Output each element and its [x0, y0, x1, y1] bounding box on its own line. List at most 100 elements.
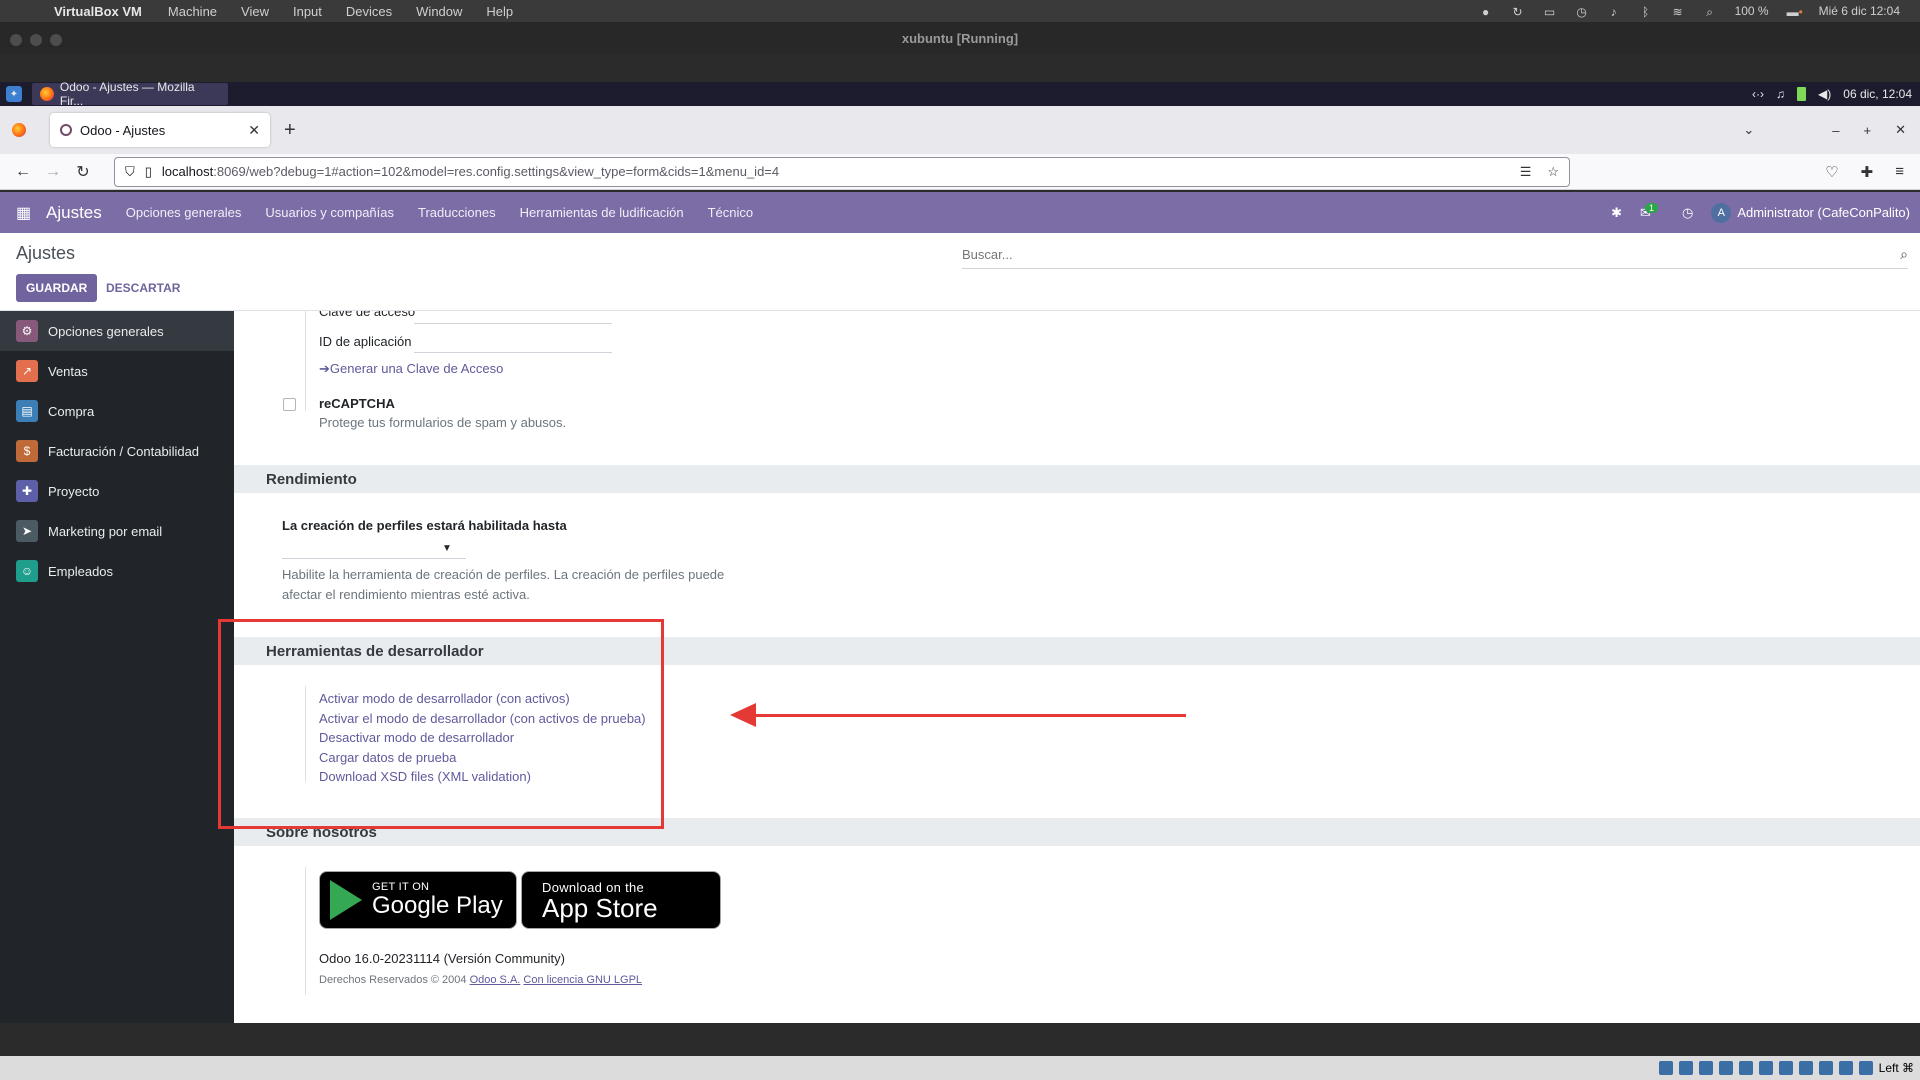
caret-down-icon[interactable]: ▼ — [442, 543, 452, 554]
download-xsd-link[interactable]: Download XSD files (XML validation) — [319, 769, 531, 784]
maximize-icon[interactable]: + — [1864, 123, 1872, 138]
activate-dev-mode-link[interactable]: Activar modo de desarrollador (con activ… — [319, 691, 570, 706]
odoo-main-navbar: ▦ Ajustes Opciones generales Usuarios y … — [0, 192, 1920, 233]
menu-window[interactable]: Window — [416, 4, 462, 19]
usb-icon[interactable] — [1738, 1061, 1753, 1075]
nav-menu-ludificacion[interactable]: Herramientas de ludificación — [520, 205, 684, 220]
app-name-menu[interactable]: VirtualBox VM — [54, 4, 142, 19]
nav-menu-opciones-generales[interactable]: Opciones generales — [126, 205, 242, 220]
whisker-menu-icon[interactable]: ✦ — [6, 86, 22, 102]
bluetooth-icon[interactable]: ᛒ — [1639, 5, 1653, 19]
menu-help[interactable]: Help — [486, 4, 513, 19]
menu-view[interactable]: View — [241, 4, 269, 19]
recaptcha-checkbox[interactable] — [283, 398, 296, 411]
nav-menu-usuarios[interactable]: Usuarios y compañías — [265, 205, 394, 220]
taskbar-firefox-window[interactable]: Odoo - Ajustes — Mozilla Fir... — [32, 80, 228, 108]
tab-odoo-ajustes[interactable]: Odoo - Ajustes ✕ — [50, 113, 270, 147]
volume-icon[interactable]: ♪ — [1607, 5, 1621, 19]
hamburger-menu-icon[interactable]: ≡ — [1895, 163, 1904, 181]
chat-icon[interactable]: ✉1 — [1640, 202, 1664, 221]
keyboard-icon[interactable] — [1858, 1061, 1873, 1075]
search-icon[interactable]: ⌕ — [1703, 5, 1717, 19]
sidebar-item-empleados[interactable]: ☺ Empleados — [0, 551, 234, 591]
minimize-window-button[interactable] — [30, 34, 42, 46]
wifi-icon[interactable]: ≋ — [1671, 5, 1685, 19]
pocket-icon[interactable]: ♡ — [1825, 163, 1838, 181]
search-icon[interactable]: ⌕ — [1900, 246, 1908, 263]
vm-bottom-strip — [0, 1023, 1920, 1056]
minimize-icon[interactable]: – — [1832, 123, 1839, 138]
discard-button[interactable]: DESCARTAR — [100, 274, 186, 302]
record-icon[interactable]: ● — [1479, 5, 1493, 19]
network-adapter-icon[interactable] — [1718, 1061, 1733, 1075]
debug-bug-icon[interactable]: ✱ — [1611, 205, 1622, 221]
menu-input[interactable]: Input — [293, 4, 322, 19]
notification-bell-icon[interactable]: ♫ — [1776, 87, 1785, 101]
deactivate-dev-mode-link[interactable]: Desactivar modo de desarrollador — [319, 730, 514, 745]
panel-clock[interactable]: 06 dic, 12:04 — [1843, 87, 1912, 101]
cpu-icon[interactable] — [1818, 1061, 1833, 1075]
send-icon: ➤ — [16, 520, 38, 542]
app-id-input[interactable] — [414, 352, 612, 353]
mouse-integration-icon[interactable] — [1838, 1061, 1853, 1075]
nav-menu-tecnico[interactable]: Técnico — [708, 205, 754, 220]
page-info-icon[interactable]: ▯ — [145, 164, 152, 180]
volume-icon[interactable]: ◀) — [1818, 87, 1831, 101]
forward-arrow-icon[interactable]: → — [38, 163, 68, 181]
app-store-badge[interactable]: Download on the App Store — [521, 871, 721, 929]
audio-icon[interactable] — [1698, 1061, 1713, 1075]
odoo-sa-link[interactable]: Odoo S.A. — [470, 974, 521, 986]
time-machine-icon[interactable]: ◷ — [1575, 5, 1589, 19]
generate-key-link[interactable]: ➔Generar una Clave de Acceso — [319, 361, 503, 377]
network-icon[interactable]: ‹·› — [1752, 87, 1764, 101]
reload-icon[interactable]: ↻ — [68, 162, 98, 182]
sidebar-item-proyecto[interactable]: ✚ Proyecto — [0, 471, 234, 511]
sidebar-item-opciones-generales[interactable]: ⚙ Opciones generales — [0, 311, 234, 351]
nav-menu-traducciones[interactable]: Traducciones — [418, 205, 496, 220]
dev-divider — [305, 686, 306, 782]
extensions-icon[interactable]: ✚ — [1861, 163, 1874, 181]
user-menu[interactable]: A Administrator (CafeConPalito) — [1711, 202, 1910, 223]
access-key-input[interactable] — [414, 323, 612, 324]
shield-icon[interactable]: ⛉ — [125, 164, 135, 180]
save-button[interactable]: GUARDAR — [16, 274, 98, 302]
shared-folders-icon[interactable] — [1758, 1061, 1773, 1075]
profiling-date-input[interactable] — [282, 558, 466, 559]
menu-machine[interactable]: Machine — [168, 4, 217, 19]
activate-dev-mode-tests-link[interactable]: Activar el modo de desarrollador (con ac… — [319, 711, 646, 726]
sidebar-item-marketing[interactable]: ➤ Marketing por email — [0, 511, 234, 551]
close-tab-icon[interactable]: ✕ — [248, 122, 260, 139]
license-link[interactable]: Con licencia GNU LGPL — [523, 974, 642, 986]
browser-navigation-bar: ← → ↻ ⛉ ▯ localhost:8069/web?debug=1#act… — [0, 154, 1920, 190]
url-bar[interactable]: ⛉ ▯ localhost:8069/web?debug=1#action=10… — [114, 156, 1570, 187]
sidebar-item-facturacion[interactable]: $ Facturación / Contabilidad — [0, 431, 234, 471]
app-brand[interactable]: Ajustes — [46, 203, 102, 223]
new-tab-button[interactable]: + — [284, 119, 296, 142]
load-demo-data-link[interactable]: Cargar datos de prueba — [319, 750, 456, 765]
bookmark-star-icon[interactable]: ☆ — [1547, 164, 1559, 180]
zoom-window-button[interactable] — [50, 34, 62, 46]
activity-clock-icon[interactable]: ◷ — [1682, 205, 1693, 221]
menu-devices[interactable]: Devices — [346, 4, 392, 19]
list-tabs-icon[interactable]: ⌄ — [1743, 122, 1754, 138]
hdd-icon[interactable] — [1658, 1061, 1673, 1075]
close-icon[interactable]: ✕ — [1895, 122, 1906, 138]
google-play-badge[interactable]: GET IT ON Google Play — [319, 871, 517, 929]
search-input[interactable] — [962, 247, 1862, 262]
back-arrow-icon[interactable]: ← — [8, 163, 38, 181]
apps-grid-icon[interactable]: ▦ — [16, 203, 32, 223]
sidebar-item-ventas[interactable]: ↗ Ventas — [0, 351, 234, 391]
control-center-icon[interactable]: ▬• — [1787, 5, 1803, 19]
battery-icon[interactable] — [1797, 87, 1807, 101]
recording-icon[interactable] — [1798, 1061, 1813, 1075]
sidebar-item-compra[interactable]: ▤ Compra — [0, 391, 234, 431]
screen-icon[interactable]: ▭ — [1543, 5, 1557, 19]
mac-clock[interactable]: Mié 6 dic 12:04 — [1819, 4, 1900, 18]
reader-view-icon[interactable]: ☰ — [1520, 164, 1532, 180]
optical-icon[interactable] — [1678, 1061, 1693, 1075]
sync-icon[interactable]: ↻ — [1511, 5, 1525, 19]
display-icon[interactable] — [1778, 1061, 1793, 1075]
close-window-button[interactable] — [10, 34, 22, 46]
firefox-view-icon[interactable] — [12, 123, 26, 137]
section-rendimiento: Rendimiento — [234, 465, 1920, 493]
